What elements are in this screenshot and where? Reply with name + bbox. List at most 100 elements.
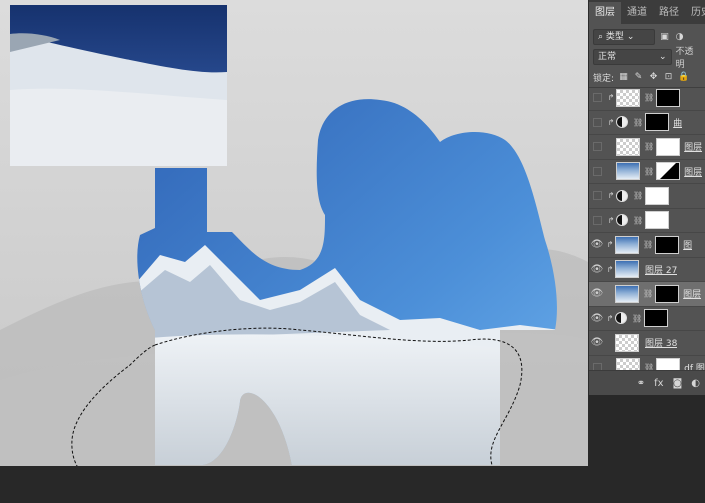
layer-name[interactable]: df 图: [684, 361, 705, 370]
tab-layers[interactable]: 图层: [589, 2, 621, 24]
visibility-toggle[interactable]: [593, 142, 602, 152]
chain-icon[interactable]: ⛓: [644, 363, 654, 370]
opacity-label: 不透明: [675, 47, 694, 70]
layer-mask-thumbnail[interactable]: [645, 211, 670, 230]
adjustment-layer-icon: [616, 116, 628, 129]
layer-row[interactable]: ↱ ⛓: [589, 86, 705, 111]
clip-arrow-icon: ↱: [606, 264, 614, 274]
lock-row: 锁定: ▦ ✎ ✥ ⊡ 🔒: [589, 67, 705, 88]
layer-row[interactable]: ↱ ⛓: [589, 184, 705, 209]
layer-name[interactable]: 图层 27: [645, 263, 677, 276]
clip-arrow-icon: ↱: [607, 215, 615, 225]
layer-thumbnail[interactable]: [616, 88, 640, 107]
layer-row[interactable]: ↱ ⛓: [589, 209, 705, 233]
chain-icon[interactable]: ⛓: [644, 93, 654, 102]
layer-row[interactable]: 👁 ↱ ⛓ 图: [589, 233, 705, 258]
layer-mask-thumbnail[interactable]: [644, 309, 669, 328]
layer-mask-thumbnail[interactable]: [655, 235, 680, 254]
layer-row[interactable]: ↱ ⛓ 曲: [589, 111, 705, 135]
chain-icon[interactable]: ⛓: [643, 240, 653, 249]
chevron-down-icon: ⌄: [659, 52, 667, 62]
mask-icon[interactable]: ◙: [673, 378, 683, 389]
layer-row[interactable]: 👁 ↱ ⛓: [589, 307, 705, 331]
layer-mask-thumbnail[interactable]: [655, 284, 680, 303]
layer-row[interactable]: ⛓ 图层: [589, 135, 705, 160]
tab-paths[interactable]: 路径: [653, 2, 685, 24]
layer-thumbnail[interactable]: [616, 162, 640, 181]
chain-icon[interactable]: ⛓: [643, 289, 653, 298]
visibility-toggle[interactable]: [593, 93, 602, 103]
chevron-down-icon: ⌄: [626, 32, 635, 42]
layer-mask-thumbnail[interactable]: [645, 186, 670, 205]
tab-history[interactable]: 历史: [685, 2, 705, 24]
chain-icon[interactable]: ⛓: [644, 142, 654, 151]
blend-row: 正常 ⌄ 不透明: [589, 47, 705, 70]
eye-icon[interactable]: 👁: [589, 264, 605, 275]
clip-arrow-icon: ↱: [606, 240, 614, 250]
reference-photo[interactable]: [10, 5, 227, 166]
visibility-toggle[interactable]: [593, 362, 602, 370]
layer-row[interactable]: ⛓ 图层: [589, 160, 705, 184]
layer-name[interactable]: 图层: [683, 287, 701, 300]
visibility-toggle[interactable]: [593, 191, 602, 201]
layers-panel: 图层 通道 路径 历史 ⌕ 类型 ⌄ ▣ ◑ 正常 ⌄ 不透明 锁定: ▦ ✎ …: [588, 0, 705, 395]
layer-row[interactable]: 👁 ↱ 图层 27: [589, 258, 705, 282]
layer-thumbnail[interactable]: [615, 284, 639, 303]
canvas-pasteboard: [0, 466, 705, 503]
visibility-toggle[interactable]: [593, 117, 602, 127]
layer-name[interactable]: 图层 38: [645, 336, 677, 349]
layer-row[interactable]: 👁 ⛓ 图层: [589, 282, 705, 307]
visibility-toggle[interactable]: [593, 166, 602, 176]
layer-name[interactable]: 图层: [684, 140, 702, 153]
panel-footer: ⚭ fx ◙ ◐: [589, 370, 705, 395]
layer-mask-thumbnail[interactable]: [645, 113, 670, 132]
layer-thumbnail[interactable]: [616, 137, 640, 156]
tab-channels[interactable]: 通道: [621, 2, 653, 24]
layer-mask-thumbnail[interactable]: [656, 358, 681, 370]
layer-name[interactable]: 图: [683, 238, 692, 251]
layer-thumbnail[interactable]: [615, 235, 639, 254]
eye-icon[interactable]: 👁: [589, 337, 605, 348]
layer-row[interactable]: 👁 图层 38: [589, 331, 705, 356]
lock-paint-icon[interactable]: ✎: [633, 72, 644, 83]
blend-mode-select[interactable]: 正常 ⌄: [593, 49, 672, 65]
eye-icon[interactable]: 👁: [589, 288, 605, 299]
eye-icon[interactable]: 👁: [589, 313, 605, 324]
layer-name[interactable]: 曲: [673, 116, 682, 129]
chain-icon[interactable]: ⛓: [632, 314, 642, 323]
eye-icon[interactable]: 👁: [589, 239, 605, 250]
kind-filter-select[interactable]: ⌕ 类型 ⌄: [593, 29, 655, 45]
chain-icon[interactable]: ⛓: [633, 118, 643, 127]
layer-list[interactable]: ↱ ⛓ ↱ ⛓ 曲 ⛓ 图层 ⛓ 图层 ↱ ⛓ ↱ ⛓ 👁 ↱ ⛓ 图 👁 ↱ 图层 27 👁 ⛓ 图层 👁 ↱ ⛓ 👁 图层 38 ⛓…: [589, 86, 705, 370]
layer-thumbnail[interactable]: [615, 333, 639, 352]
lock-pixels-icon[interactable]: ▦: [618, 72, 629, 83]
adjustment-icon[interactable]: ◐: [691, 378, 700, 389]
panel-tabs: 图层 通道 路径 历史: [589, 0, 705, 24]
visibility-toggle[interactable]: [593, 215, 602, 225]
chain-icon[interactable]: ⛓: [633, 191, 643, 200]
layer-mask-thumbnail[interactable]: [656, 162, 681, 181]
lock-label: 锁定:: [593, 73, 615, 84]
chain-icon[interactable]: ⛓: [633, 216, 643, 225]
lock-all-icon[interactable]: 🔒: [678, 72, 689, 83]
chain-icon[interactable]: ⛓: [644, 167, 654, 176]
layer-name[interactable]: 图层: [684, 165, 702, 178]
layer-thumbnail[interactable]: [615, 260, 639, 279]
link-icon[interactable]: ⚭: [637, 378, 645, 389]
clip-arrow-icon: ↱: [607, 93, 615, 103]
layer-mask-thumbnail[interactable]: [656, 88, 681, 107]
adjustment-filter-icon[interactable]: ◑: [674, 32, 685, 43]
lock-position-icon[interactable]: ✥: [648, 72, 659, 83]
kind-filter-label: 类型: [605, 32, 624, 42]
clip-arrow-icon: ↱: [607, 191, 615, 201]
clip-arrow-icon: ↱: [606, 313, 614, 323]
clip-arrow-icon: ↱: [607, 117, 615, 127]
adjustment-layer-icon: [616, 189, 628, 202]
layer-thumbnail[interactable]: [616, 358, 640, 370]
lock-artboard-icon[interactable]: ⊡: [663, 72, 674, 83]
layer-mask-thumbnail[interactable]: [656, 137, 681, 156]
image-filter-icon[interactable]: ▣: [659, 32, 670, 43]
search-icon: ⌕: [598, 32, 604, 42]
layer-row[interactable]: ⛓ df 图: [589, 356, 705, 370]
fx-icon[interactable]: fx: [654, 378, 663, 389]
